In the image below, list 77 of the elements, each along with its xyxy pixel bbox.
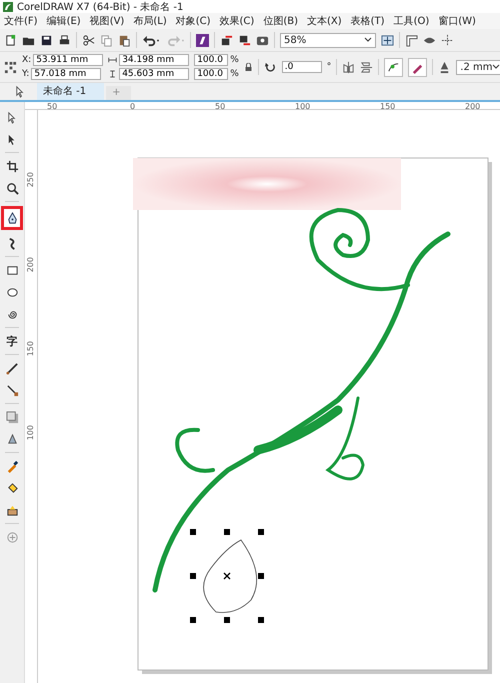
ruler-label: 0: [130, 102, 136, 111]
pointer-arrow-icon: [6, 110, 18, 124]
save-icon[interactable]: [40, 34, 53, 46]
ruler-label: 200: [465, 102, 480, 111]
rectangle-icon: [6, 264, 18, 276]
position-grid-icon[interactable]: [4, 60, 17, 74]
percent-label: %: [230, 55, 239, 65]
ruler-label: 200: [26, 257, 35, 272]
launcher-icon[interactable]: [196, 34, 209, 46]
x-label: X:: [22, 55, 32, 65]
ruler-label: 100: [295, 102, 310, 111]
diamond-fill-icon: [6, 482, 18, 494]
width-field[interactable]: 34.198 mm: [119, 54, 190, 66]
y-position-field[interactable]: 57.018 mm: [31, 68, 102, 80]
y-label: Y:: [22, 69, 30, 79]
rotate-icon: [264, 60, 277, 74]
paste-icon[interactable]: [118, 34, 131, 46]
eyedropper-icon: [6, 460, 18, 472]
new-document-icon[interactable]: [4, 34, 17, 46]
ruler-label: 150: [380, 102, 396, 111]
rulers-icon[interactable]: [405, 34, 418, 46]
width-arrow-icon: [108, 56, 118, 64]
pen-tool-button[interactable]: [1, 206, 23, 230]
import-icon[interactable]: [220, 34, 233, 46]
menu-item[interactable]: 表格(T): [350, 14, 385, 28]
scale-x-field[interactable]: 100.0: [194, 54, 228, 66]
ruler-label: 250: [26, 172, 35, 188]
shadow-icon: [6, 410, 18, 424]
plus-circle-icon: [6, 530, 18, 544]
zoom-dropdown[interactable]: 58%: [280, 32, 376, 48]
chevron-down-icon: [492, 64, 500, 70]
height-arrow-icon: [108, 70, 118, 78]
document-tab[interactable]: 未命名 -1: [37, 83, 104, 100]
menu-item[interactable]: 对象(C): [176, 14, 211, 28]
menu-item[interactable]: 布局(L): [133, 14, 167, 28]
connector-icon: [6, 384, 18, 396]
mirror-vertical-icon[interactable]: [360, 60, 374, 74]
menu-item[interactable]: 编辑(E): [46, 14, 81, 28]
ellipse-icon: [6, 286, 18, 298]
freehand-smoothing-icon[interactable]: [384, 58, 404, 76]
scissors-icon[interactable]: [82, 34, 95, 46]
menu-item[interactable]: 文件(F): [4, 14, 38, 28]
guidelines-icon[interactable]: [441, 34, 454, 46]
percent-label: %: [230, 69, 239, 79]
rotation-field[interactable]: .0: [282, 61, 322, 73]
degree-label: °: [326, 62, 332, 72]
outline-width-dropdown[interactable]: .2 mm: [456, 60, 500, 74]
ruler-label: 50: [47, 102, 58, 111]
menu-item[interactable]: 位图(B): [263, 14, 298, 28]
triangle-icon: [6, 432, 18, 446]
menu-item[interactable]: 工具(O): [394, 14, 430, 28]
menu-item[interactable]: 效果(C): [220, 14, 254, 28]
scale-y-field[interactable]: 100.0: [194, 68, 228, 80]
crop-icon: [6, 160, 18, 172]
chevron-down-icon: [364, 37, 372, 43]
menu-item[interactable]: 窗口(W): [438, 14, 476, 28]
mirror-horizontal-icon[interactable]: [342, 60, 356, 74]
undo-icon[interactable]: [142, 34, 161, 46]
paint-bucket-icon: [6, 504, 18, 516]
fullscreen-icon[interactable]: [381, 34, 394, 46]
ruler-label: 100: [26, 425, 35, 440]
menu-item[interactable]: 视图(V): [90, 14, 124, 28]
search-icon: [6, 182, 18, 194]
print-icon[interactable]: [58, 34, 71, 46]
export-icon[interactable]: [238, 34, 251, 46]
copy-icon[interactable]: [100, 34, 113, 46]
center-cross-icon: [223, 572, 231, 580]
line-icon: [6, 362, 18, 374]
pen-nib-icon: [6, 212, 18, 224]
x-position-field[interactable]: 53.911 mm: [33, 54, 104, 66]
ruler-label: 150: [26, 341, 35, 356]
ruler-label: 50: [215, 102, 226, 111]
menu-item[interactable]: 文本(X): [306, 14, 342, 28]
window-title: CorelDRAW X7 (64-Bit) - 未命名 -1: [17, 0, 184, 14]
lock-icon[interactable]: [244, 63, 253, 71]
text-tool-button[interactable]: 字: [3, 332, 21, 350]
height-field[interactable]: 45.603 mm: [119, 68, 190, 80]
